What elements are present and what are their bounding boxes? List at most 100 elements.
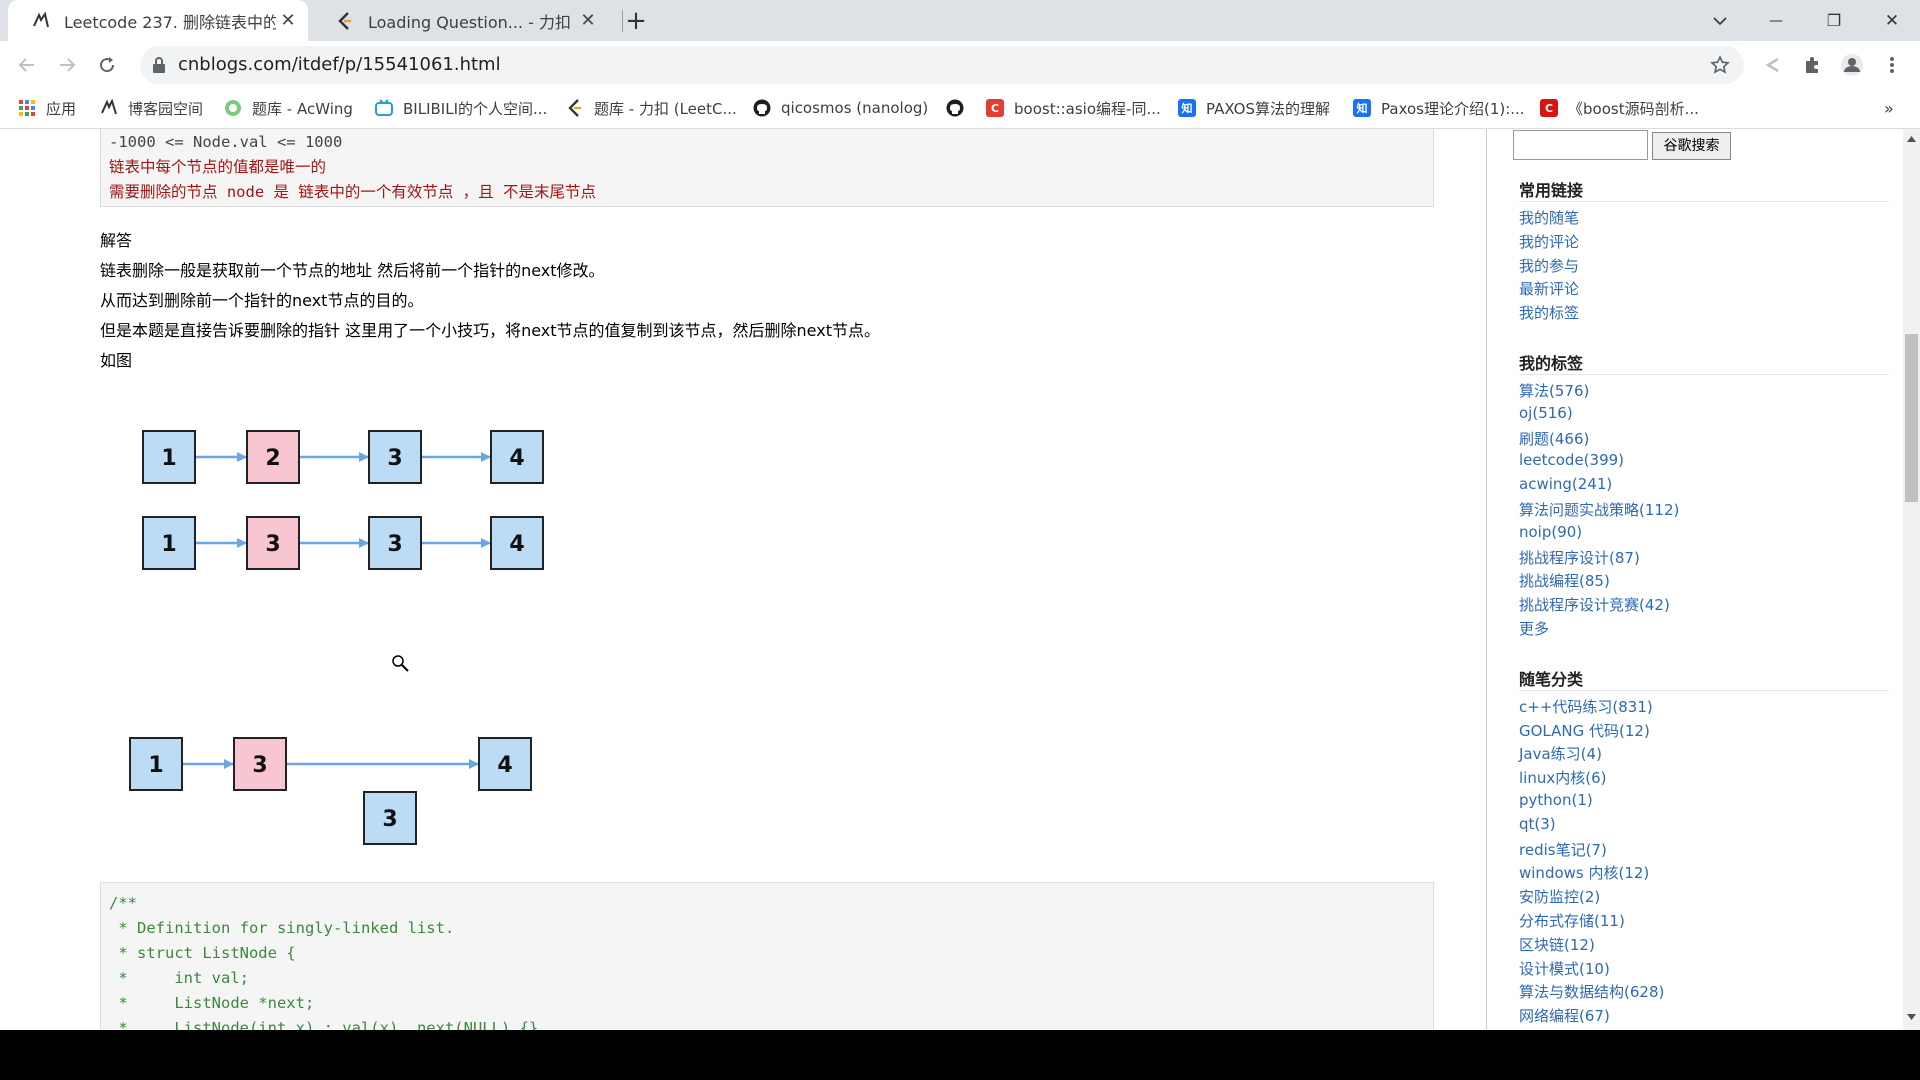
bookmark-boost-source[interactable]: C 《boost源码剖析... (1540, 89, 1699, 127)
reload-button[interactable] (91, 49, 123, 81)
tab-close-icon[interactable]: ✕ (576, 9, 600, 33)
article-heading: 解答 (100, 231, 133, 250)
sidebar-link[interactable]: 我的评论 (1519, 231, 1579, 252)
sidebar-link[interactable]: oj(516) (1519, 404, 1573, 422)
sidebar-link[interactable]: 区块链(12) (1519, 934, 1595, 955)
diagram-node-label: 3 (387, 446, 402, 471)
scrollbar-thumb[interactable] (1905, 334, 1918, 502)
constraints-code-block: -1000 <= Node.val <= 1000 链表中每个节点的值都是唯一的… (100, 129, 1434, 207)
bookmark-paxos-2[interactable]: 知 Paxos理论介绍(1):... (1353, 89, 1525, 127)
sidebar-link[interactable]: 设计模式(10) (1519, 958, 1610, 979)
sidebar-section-title: 随笔分类 (1519, 669, 1584, 689)
bilibili-icon (375, 99, 393, 117)
sidebar-link[interactable]: 算法(576) (1519, 380, 1589, 401)
sidebar-link[interactable]: c++代码练习(831) (1519, 696, 1653, 717)
article-paragraph: 链表删除一般是获取前一个节点的地址 然后将前一个指针的next修改。 (100, 261, 605, 280)
code-line: -1000 <= Node.val <= 1000 (109, 133, 343, 151)
arrow-right-icon (60, 58, 76, 72)
sidebar-link[interactable]: 我的随笔 (1519, 207, 1579, 228)
sidebar-link[interactable]: 挑战编程(85) (1519, 570, 1610, 591)
browser-menu-button[interactable] (1876, 49, 1908, 81)
back-button[interactable] (11, 49, 43, 81)
sidebar-link[interactable]: 算法与数据结构(628) (1519, 981, 1664, 1002)
new-tab-button[interactable]: + (608, 0, 664, 41)
bookmark-bilibili[interactable]: BILIBILI的个人空间... (375, 89, 547, 127)
address-bar[interactable]: cnblogs.com/itdef/p/15541061.html (140, 46, 1744, 84)
bookmark-star-icon[interactable] (1710, 55, 1730, 75)
scroll-up-icon[interactable] (1907, 136, 1916, 142)
bookmark-apps[interactable]: 应用 (18, 89, 76, 127)
sidebar-section-title: 常用链接 (1519, 181, 1584, 200)
sidebar-link[interactable]: leetcode(399) (1519, 451, 1624, 469)
bookmark-label: 题库 - AcWing (252, 99, 353, 118)
code-line: 需要删除的节点 node 是 链表中的一个有效节点 ，且 不是末尾节点 (109, 183, 596, 201)
sidebar-link[interactable]: GOLANG 代码(12) (1519, 720, 1650, 741)
sidebar-section-title: 我的标签 (1519, 354, 1584, 373)
sidebar-link[interactable]: 挑战程序设计竞赛(42) (1519, 594, 1670, 615)
diagram-node-label: 3 (252, 753, 267, 778)
sidebar-divider (1519, 201, 1889, 202)
vertical-scrollbar[interactable] (1903, 129, 1920, 1030)
sidebar-link[interactable]: 挑战程序设计(87) (1519, 547, 1640, 568)
cnblogs-icon (30, 10, 52, 32)
sidebar-link[interactable]: 我的标签 (1519, 302, 1579, 323)
diagram-node-label: 4 (509, 446, 524, 471)
sidebar-link[interactable]: noip(90) (1519, 523, 1582, 541)
google-search-button[interactable]: 谷歌搜索 (1652, 132, 1731, 160)
tab-leetcode-237[interactable]: Leetcode 237. 删除链表中的节点 ✕ (8, 0, 308, 41)
bookmark-label: BILIBILI的个人空间... (403, 99, 548, 118)
bookmarks-bar: 应用 博客园空间 题库 - AcWing BILIBILI的个人空间... 题库… (0, 89, 1920, 129)
sidebar-link[interactable]: acwing(241) (1519, 475, 1612, 493)
sidebar-link[interactable]: Java练习(4) (1519, 743, 1602, 764)
sidebar-link[interactable]: qt(3) (1519, 815, 1556, 833)
puzzle-icon (1806, 57, 1818, 73)
reload-icon (100, 57, 115, 73)
sidebar-search-input[interactable] (1513, 130, 1648, 160)
bookmark-qicosmos[interactable]: qicosmos (nanolog) (753, 89, 928, 127)
bookmark-label: boost::asio编程-同... (1014, 99, 1161, 118)
bookmark-paxos-1[interactable]: 知 PAXOS算法的理解 (1178, 89, 1330, 127)
tab-leetcode-loading[interactable]: Loading Question... - 力扣 (LeetCode) ✕ (312, 0, 608, 41)
diagram-node-label: 1 (148, 753, 163, 778)
sidebar-link[interactable]: 最新评论 (1519, 278, 1579, 299)
restore-button[interactable]: ❐ (1806, 0, 1862, 41)
tab-close-icon[interactable]: ✕ (276, 9, 300, 33)
bookmark-acwing[interactable]: 题库 - AcWing (224, 89, 353, 127)
arrow-extension-icon (1765, 57, 1779, 73)
extension-button[interactable] (1756, 49, 1788, 81)
diagram-node-label: 3 (387, 532, 402, 557)
sidebar-link[interactable]: 刷题(466) (1519, 428, 1589, 449)
github-icon (753, 99, 771, 117)
sidebar-link[interactable]: 更多 (1519, 618, 1549, 639)
minimize-button[interactable]: — (1748, 0, 1804, 41)
bookmark-leetcode[interactable]: 题库 - 力扣 (LeetC... (566, 89, 737, 127)
csdn-icon: C (1540, 99, 1558, 117)
lock-icon (153, 57, 165, 73)
sidebar-link[interactable]: python(1) (1519, 791, 1593, 809)
sidebar-link[interactable]: windows 内核(12) (1519, 862, 1649, 883)
zhihu-icon: 知 (1178, 99, 1196, 117)
solution-code-block: /** * Definition for singly-linked list.… (100, 882, 1434, 1030)
tab-search-button[interactable] (1692, 0, 1748, 41)
sidebar-link[interactable]: 网络编程(67) (1519, 1005, 1610, 1026)
sidebar-link[interactable]: redis笔记(7) (1519, 839, 1607, 860)
url-text: cnblogs.com/itdef/p/15541061.html (178, 54, 501, 75)
bookmark-label: 博客园空间 (128, 99, 204, 118)
forward-button[interactable] (51, 49, 83, 81)
extensions-menu-button[interactable] (1796, 49, 1828, 81)
sidebar-link[interactable]: 分布式存储(11) (1519, 910, 1625, 931)
bookmark-boost-asio[interactable]: C boost::asio编程-同... (986, 89, 1161, 127)
bookmark-cnblogs[interactable]: 博客园空间 (100, 89, 203, 127)
profile-button[interactable] (1836, 49, 1868, 81)
taskbar-area (0, 1030, 1920, 1080)
close-window-button[interactable]: ✕ (1864, 0, 1920, 41)
sidebar-link[interactable]: 我的参与 (1519, 255, 1579, 276)
bookmarks-overflow-button[interactable]: » (1884, 89, 1894, 127)
sidebar-link[interactable]: 算法问题实战策略(112) (1519, 499, 1679, 520)
scroll-down-icon[interactable] (1907, 1014, 1916, 1020)
code-line: /** (109, 894, 137, 912)
bookmark-label: 《boost源码剖析... (1568, 99, 1699, 118)
bookmark-github[interactable] (946, 89, 974, 127)
sidebar-link[interactable]: 安防监控(2) (1519, 886, 1600, 907)
sidebar-link[interactable]: linux内核(6) (1519, 767, 1606, 788)
